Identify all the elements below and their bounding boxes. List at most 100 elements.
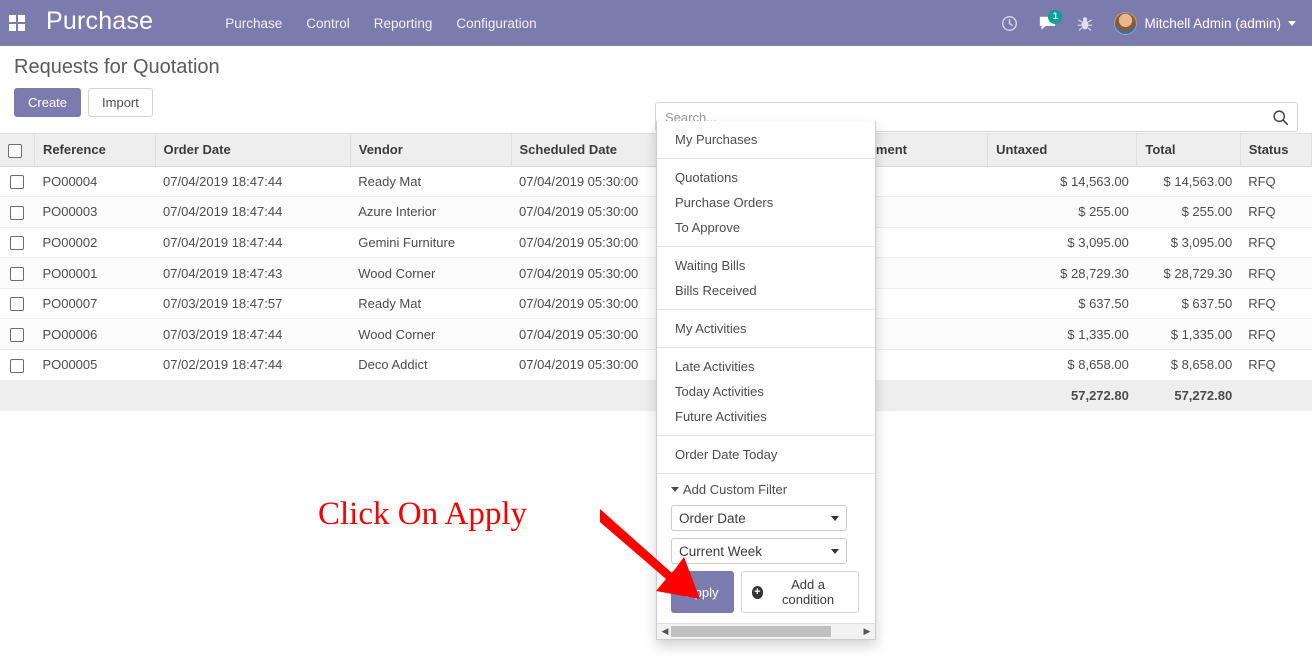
row-checkbox[interactable]: [10, 236, 25, 251]
cell-vendor: Ready Mat: [350, 288, 511, 320]
column-header-order-date[interactable]: Order Date: [155, 134, 351, 167]
filter-item-today-activities[interactable]: Today Activities: [657, 379, 875, 404]
row-checkbox[interactable]: [10, 297, 25, 312]
cell-order-date: 07/02/2019 18:47:44: [155, 349, 351, 381]
cell-untaxed: $ 3,095.00: [987, 227, 1137, 259]
cell-scheduled-date: 07/04/2019 05:30:00: [511, 257, 678, 289]
import-button[interactable]: Import: [88, 88, 153, 117]
cell-order-date: 07/04/2019 18:47:44: [155, 166, 351, 198]
user-name-label: Mitchell Admin (admin): [1144, 15, 1281, 31]
filter-item-bills-received[interactable]: Bills Received: [657, 278, 875, 303]
filter-item-my-activities[interactable]: My Activities: [657, 316, 875, 341]
status-badge: RFQ: [1240, 318, 1312, 350]
cell-reference: PO00001: [34, 257, 156, 289]
cell-reference: PO00002: [34, 227, 156, 259]
row-checkbox[interactable]: [10, 358, 25, 373]
cell-total: $ 3,095.00: [1136, 227, 1241, 259]
add-custom-filter-toggle[interactable]: Add Custom Filter: [671, 482, 859, 497]
action-buttons: Create Import: [14, 88, 153, 117]
row-select-cell: [0, 288, 35, 320]
cell-reference: PO00004: [34, 166, 156, 198]
filter-item-order-date-today[interactable]: Order Date Today: [657, 442, 875, 467]
column-header-total[interactable]: Total: [1136, 134, 1241, 167]
select-all-checkbox[interactable]: [8, 143, 22, 158]
avatar: [1114, 11, 1138, 35]
scroll-left-icon[interactable]: ◀: [659, 626, 671, 637]
menu-item-control[interactable]: Control: [294, 10, 362, 37]
cell-total: $ 255.00: [1136, 196, 1241, 228]
cell-reference: PO00005: [34, 349, 156, 381]
column-header-vendor[interactable]: Vendor: [350, 134, 512, 167]
clock-icon[interactable]: [992, 6, 1026, 40]
column-header-status[interactable]: Status: [1240, 134, 1312, 167]
row-checkbox[interactable]: [10, 175, 25, 190]
search-icon[interactable]: [1268, 109, 1297, 126]
filter-item-to-approve[interactable]: To Approve: [657, 215, 875, 240]
column-header-scheduled-date[interactable]: Scheduled Date: [511, 134, 679, 167]
user-menu[interactable]: Mitchell Admin (admin): [1106, 11, 1300, 35]
footer-empty-4: [511, 379, 678, 411]
row-checkbox[interactable]: [10, 327, 25, 342]
cell-order-date: 07/04/2019 18:47:44: [155, 196, 351, 228]
annotation-text: Click On Apply: [318, 496, 528, 532]
column-header-reference[interactable]: Reference: [34, 134, 156, 167]
cell-order-date: 07/04/2019 18:47:44: [155, 227, 351, 259]
footer-empty-2: [155, 379, 351, 411]
custom-filter-operator-select[interactable]: Current Week: [671, 538, 847, 564]
plus-circle-icon: +: [751, 585, 764, 599]
chevron-down-icon: [831, 515, 839, 521]
scrollbar-thumb[interactable]: [671, 626, 831, 637]
cell-vendor: Ready Mat: [350, 166, 511, 198]
filter-item-late-activities[interactable]: Late Activities: [657, 354, 875, 379]
cell-reference: PO00007: [34, 288, 156, 320]
status-badge: RFQ: [1240, 166, 1312, 198]
cell-untaxed: $ 28,729.30: [987, 257, 1137, 289]
filter-item-quotations[interactable]: Quotations: [657, 165, 875, 190]
cell-untaxed: $ 14,563.00: [987, 166, 1137, 198]
page-title: Requests for Quotation: [14, 56, 220, 78]
cell-order-date: 07/03/2019 18:47:44: [155, 318, 351, 350]
status-badge: RFQ: [1240, 288, 1312, 320]
apps-menu-icon[interactable]: [0, 15, 34, 31]
column-header-untaxed[interactable]: Untaxed: [987, 134, 1138, 167]
cell-scheduled-date: 07/04/2019 05:30:00: [511, 227, 678, 259]
row-select-cell: [0, 166, 35, 198]
row-select-cell: [0, 349, 35, 381]
navbar-right-section: 1 Mitchell Admin (admin): [992, 6, 1312, 40]
cell-total: $ 1,335.00: [1136, 318, 1241, 350]
cell-total: $ 14,563.00: [1136, 166, 1241, 198]
bug-icon[interactable]: [1068, 6, 1102, 40]
create-button[interactable]: Create: [14, 88, 82, 117]
filters-group-activities: Late Activities Today Activities Future …: [657, 348, 875, 436]
cell-scheduled-date: 07/04/2019 05:30:00: [511, 166, 678, 198]
cell-untaxed: $ 637.50: [987, 288, 1137, 320]
cell-scheduled-date: 07/04/2019 05:30:00: [511, 349, 678, 381]
add-custom-filter-section: Add Custom Filter Order Date Current Wee…: [657, 474, 875, 623]
menu-item-reporting[interactable]: Reporting: [362, 10, 445, 37]
filters-group-order-date: Order Date Today: [657, 436, 875, 474]
custom-filter-field-select[interactable]: Order Date: [671, 505, 847, 531]
messages-icon[interactable]: 1: [1030, 6, 1064, 40]
scrollbar-track[interactable]: [671, 626, 861, 637]
menu-item-configuration[interactable]: Configuration: [444, 10, 548, 37]
add-condition-button[interactable]: + Add a condition: [740, 571, 859, 613]
cell-untaxed: $ 1,335.00: [987, 318, 1137, 350]
cell-vendor: Azure Interior: [350, 196, 511, 228]
menu-item-purchase[interactable]: Purchase: [213, 10, 294, 37]
custom-filter-actions: Apply + Add a condition: [671, 571, 859, 613]
filters-group-bills: Waiting Bills Bills Received: [657, 247, 875, 310]
cell-vendor: Gemini Furniture: [350, 227, 511, 259]
dropdown-horizontal-scrollbar[interactable]: ◀ ▶: [657, 623, 875, 639]
row-select-cell: [0, 196, 35, 228]
cell-untaxed: $ 255.00: [987, 196, 1137, 228]
filter-item-waiting-bills[interactable]: Waiting Bills: [657, 253, 875, 278]
filter-item-purchase-orders[interactable]: Purchase Orders: [657, 190, 875, 215]
filter-item-my-purchases[interactable]: My Purchases: [657, 127, 875, 152]
cell-total: $ 28,729.30: [1136, 257, 1241, 289]
row-checkbox[interactable]: [10, 266, 25, 281]
row-checkbox[interactable]: [10, 205, 25, 220]
apps-grid-icon: [9, 15, 25, 31]
filter-item-future-activities[interactable]: Future Activities: [657, 404, 875, 429]
scroll-right-icon[interactable]: ▶: [861, 626, 873, 637]
apply-button[interactable]: Apply: [671, 571, 734, 613]
